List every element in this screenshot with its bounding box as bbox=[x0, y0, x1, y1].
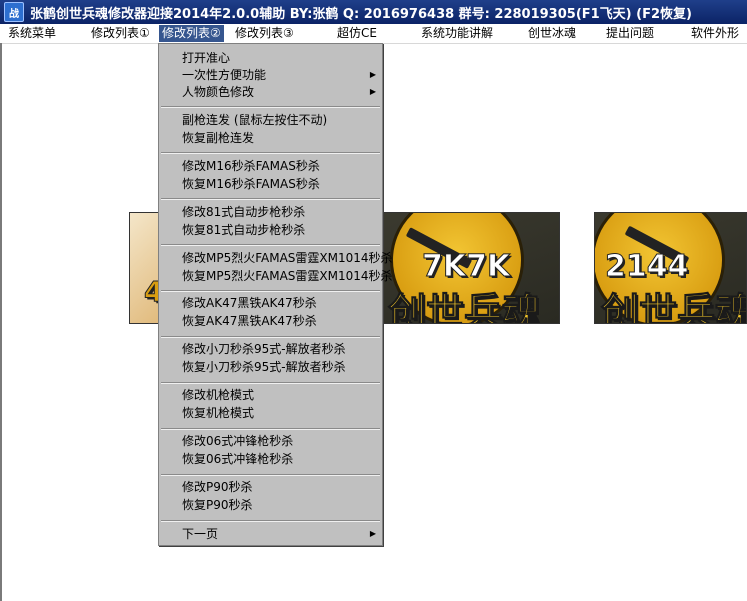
menu-item-character-color[interactable]: 人物颜色修改 ▶ bbox=[159, 83, 382, 101]
menu-modify-list-3[interactable]: 修改列表③ bbox=[232, 25, 297, 42]
banner-slogan: 创世兵魂 bbox=[600, 290, 747, 324]
banner-number: 7K7K bbox=[421, 249, 511, 285]
submenu-arrow-icon: ▶ bbox=[369, 70, 376, 79]
menu-separator bbox=[161, 382, 380, 384]
menu-modify-list-1[interactable]: 修改列表① bbox=[88, 25, 153, 42]
menu-item-mod-m16[interactable]: 修改M16秒杀FAMAS秒杀 bbox=[159, 157, 382, 175]
menu-item-open-crosshair[interactable]: 打开准心 bbox=[159, 49, 382, 67]
menu-item-restore-knife[interactable]: 恢复小刀秒杀95式-解放者秒杀 bbox=[159, 358, 382, 376]
menu-item-next-page[interactable]: 下一页 ▶ bbox=[159, 525, 382, 543]
banner-2144[interactable]: 2144 创世兵魂 bbox=[594, 212, 747, 324]
menu-separator bbox=[161, 520, 380, 522]
menu-item-restore-type81[interactable]: 恢复81式自动步枪秒杀 bbox=[159, 221, 382, 239]
menu-feature-guide[interactable]: 系统功能讲解 bbox=[418, 25, 496, 42]
menu-separator bbox=[161, 106, 380, 108]
menu-separator bbox=[161, 336, 380, 338]
app-icon: 战 bbox=[4, 2, 24, 22]
modify-list-2-dropdown: 打开准心 一次性方便功能 ▶ 人物颜色修改 ▶ 副枪连发 (鼠标左按住不动) 恢复副… bbox=[158, 43, 393, 546]
menu-skin[interactable]: 软件外形 bbox=[688, 25, 742, 42]
menu-item-restore-m16[interactable]: 恢复M16秒杀FAMAS秒杀 bbox=[159, 175, 382, 193]
menu-item-restore-p90[interactable]: 恢复P90秒杀 bbox=[159, 496, 382, 514]
menu-item-restore-ak47[interactable]: 恢复AK47黑铁AK47秒杀 bbox=[159, 312, 382, 330]
menu-item-mod-knife[interactable]: 修改小刀秒杀95式-解放者秒杀 bbox=[159, 340, 382, 358]
menu-item-mod-mp5[interactable]: 修改MP5烈火FAMAS雷霆XM1014秒杀 bbox=[159, 249, 393, 267]
menu-item-restore-pistol-rapid-fire[interactable]: 恢复副枪连发 bbox=[159, 129, 382, 147]
menu-item-mod-machinegun[interactable]: 修改机枪模式 bbox=[159, 386, 382, 404]
banner-7k7k[interactable]: 7K7K 创世兵魂 bbox=[381, 212, 560, 324]
menu-separator bbox=[161, 152, 380, 154]
menu-separator bbox=[161, 428, 380, 430]
submenu-arrow-icon: ▶ bbox=[369, 87, 376, 96]
menu-item-mod-p90[interactable]: 修改P90秒杀 bbox=[159, 478, 382, 496]
menu-item-mod-type06[interactable]: 修改06式冲锋枪秒杀 bbox=[159, 432, 382, 450]
menu-item-pistol-rapid-fire[interactable]: 副枪连发 (鼠标左按住不动) bbox=[159, 111, 382, 129]
menu-item-mod-type81[interactable]: 修改81式自动步枪秒杀 bbox=[159, 203, 382, 221]
menu-item-mod-ak47[interactable]: 修改AK47黑铁AK47秒杀 bbox=[159, 294, 382, 312]
title-bar: 战 张鹤创世兵魂修改器迎接2014年2.0.0辅助 BY:张鹤 Q: 20169… bbox=[0, 0, 747, 24]
window-title: 张鹤创世兵魂修改器迎接2014年2.0.0辅助 BY:张鹤 Q: 2016976… bbox=[30, 6, 692, 22]
menu-separator bbox=[161, 244, 380, 246]
banner-number: 2144 bbox=[605, 249, 689, 285]
menu-separator bbox=[161, 290, 380, 292]
menu-separator bbox=[161, 474, 380, 476]
menu-bar: 系统菜单 修改列表① 修改列表② 修改列表③ 超仿CE 系统功能讲解 创世冰魂 … bbox=[0, 24, 747, 44]
window-left-edge bbox=[0, 43, 2, 601]
menu-ice-soul[interactable]: 创世冰魂 bbox=[525, 25, 579, 42]
menu-separator bbox=[161, 198, 380, 200]
submenu-arrow-icon: ▶ bbox=[369, 529, 376, 538]
menu-system[interactable]: 系统菜单 bbox=[5, 25, 59, 42]
menu-item-restore-type06[interactable]: 恢复06式冲锋枪秒杀 bbox=[159, 450, 382, 468]
menu-super-ce[interactable]: 超仿CE bbox=[334, 25, 380, 42]
menu-item-one-time-functions[interactable]: 一次性方便功能 ▶ bbox=[159, 66, 382, 84]
banner-slogan: 创世兵魂 bbox=[387, 290, 541, 324]
menu-item-restore-machinegun[interactable]: 恢复机枪模式 bbox=[159, 404, 382, 422]
menu-ask-question[interactable]: 提出问题 bbox=[603, 25, 657, 42]
menu-modify-list-2[interactable]: 修改列表② bbox=[159, 25, 224, 42]
menu-item-restore-mp5[interactable]: 恢复MP5烈火FAMAS雷霆XM1014秒杀 bbox=[159, 267, 393, 285]
